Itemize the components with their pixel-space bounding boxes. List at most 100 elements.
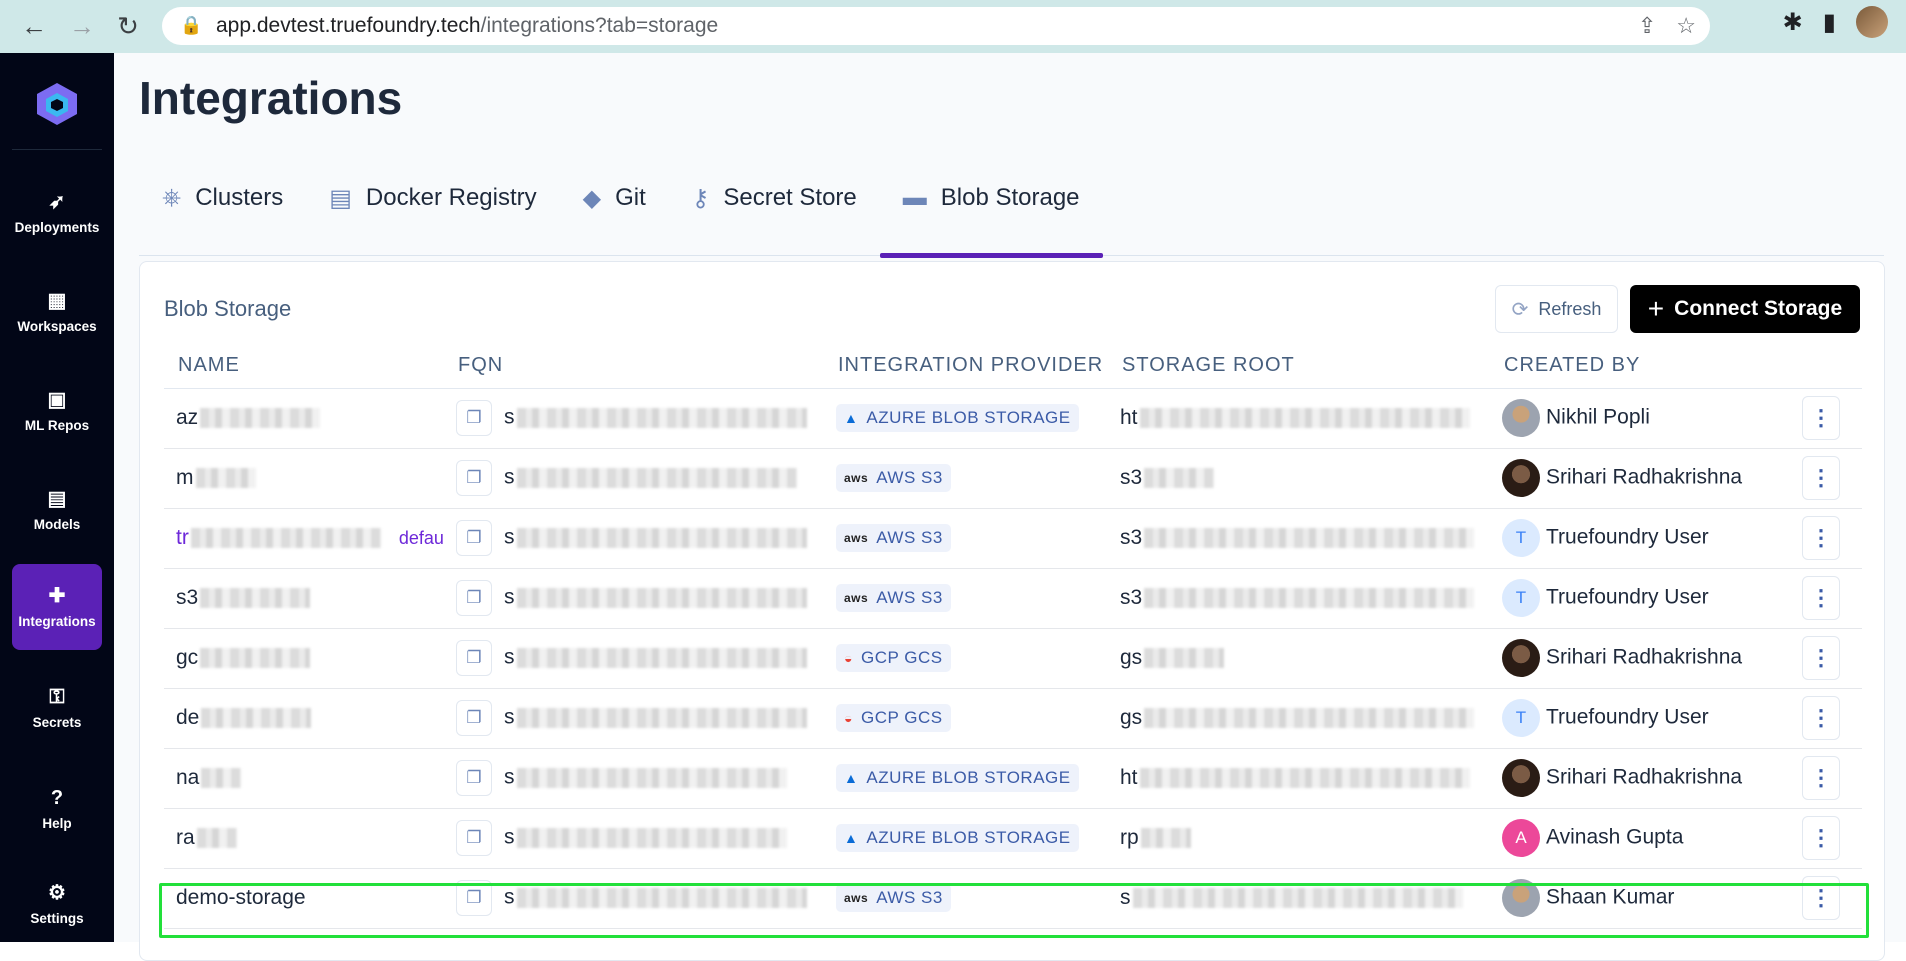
cell-name: gc xyxy=(164,628,444,689)
redacted-text xyxy=(516,708,807,728)
tab-git[interactable]: ◆ Git xyxy=(560,140,669,256)
lock-icon: 🔒 xyxy=(180,15,203,35)
cell-fqn: ❐ s xyxy=(444,628,824,689)
docker-icon: ▤ xyxy=(329,184,352,212)
cell-provider: ◒ GCP GCS xyxy=(824,628,1108,689)
storage-root-text: s xyxy=(1120,886,1131,909)
copy-icon[interactable]: ❐ xyxy=(456,820,492,856)
more-options-icon[interactable]: ⋮ xyxy=(1802,756,1840,800)
more-options-icon[interactable]: ⋮ xyxy=(1802,516,1840,560)
cell-actions: ⋮ xyxy=(1790,448,1862,509)
provider-badge: ◒ GCP GCS xyxy=(836,644,951,672)
column-header-fqn[interactable]: FQN xyxy=(444,344,824,389)
address-bar[interactable]: 🔒 app.devtest.truefoundry.tech/integrati… xyxy=(162,7,1710,45)
storage-name: m xyxy=(176,466,194,489)
forward-icon[interactable]: → xyxy=(60,4,104,48)
profile-avatar[interactable] xyxy=(1856,6,1888,38)
star-icon[interactable]: ☆ xyxy=(1676,13,1696,39)
redacted-text xyxy=(1144,468,1215,489)
storage-name: s3 xyxy=(176,586,199,609)
copy-icon[interactable]: ❐ xyxy=(456,460,492,496)
side-panel-icon[interactable]: ▮ xyxy=(1823,8,1836,37)
reload-icon[interactable]: ↻ xyxy=(106,4,150,48)
table-row[interactable]: gc ❐ s ◒ GCP GCS gs Srihari Radhakrishna ⋮ xyxy=(164,628,1862,689)
provider-label: AZURE BLOB STORAGE xyxy=(866,408,1071,427)
cell-fqn: ❐ s xyxy=(444,748,824,809)
storage-name[interactable]: tr xyxy=(176,526,189,549)
main-content: Integrations ⎈ Clusters ▤ Docker Registr… xyxy=(114,53,1906,961)
cell-fqn: ❐ s xyxy=(444,508,824,569)
more-options-icon[interactable]: ⋮ xyxy=(1802,876,1840,920)
more-options-icon[interactable]: ⋮ xyxy=(1802,456,1840,500)
cell-storage-root: rp xyxy=(1108,808,1490,869)
cell-actions: ⋮ xyxy=(1790,568,1862,629)
sidebar-item-deployments[interactable]: ➶ Deployments xyxy=(12,170,102,256)
tab-blob-storage[interactable]: ▬ Blob Storage xyxy=(879,140,1103,258)
column-header-storage-root[interactable]: STORAGE ROOT xyxy=(1108,344,1490,389)
more-options-icon[interactable]: ⋮ xyxy=(1802,696,1840,740)
cell-created-by: A Avinash Gupta xyxy=(1490,808,1790,869)
more-options-icon[interactable]: ⋮ xyxy=(1802,396,1840,440)
key-icon: ⚿ xyxy=(49,685,65,708)
sidebar-item-integrations[interactable]: ✚ Integrations xyxy=(12,564,102,650)
table-row[interactable]: tr defau ❐ s aws AWS S3 s3 T Truefoundry Use… xyxy=(164,508,1862,569)
cell-created-by: T Truefoundry User xyxy=(1490,568,1790,629)
tab-docker-registry[interactable]: ▤ Docker Registry xyxy=(306,140,559,256)
fqn-text: s xyxy=(504,765,515,789)
truefoundry-logo[interactable] xyxy=(34,81,80,127)
copy-icon[interactable]: ❐ xyxy=(456,700,492,736)
cell-name: m xyxy=(164,448,444,509)
column-header-name[interactable]: NAME xyxy=(164,344,444,389)
cell-created-by: Shaan Kumar xyxy=(1490,868,1790,929)
more-options-icon[interactable]: ⋮ xyxy=(1802,636,1840,680)
redacted-text xyxy=(1132,888,1463,909)
storage-name: az xyxy=(176,406,199,429)
share-icon[interactable]: ⇪ xyxy=(1638,13,1656,39)
connect-storage-button[interactable]: + Connect Storage xyxy=(1630,285,1860,333)
creator-name: Srihari Radhakrishna xyxy=(1546,765,1743,789)
redacted-text xyxy=(195,468,256,489)
tab-label: Clusters xyxy=(195,184,284,211)
table-row[interactable]: az ❐ s ▲ AZURE BLOB STORAGE ht Nikhil Popl… xyxy=(164,388,1862,449)
cell-provider: aws AWS S3 xyxy=(824,868,1108,929)
workspaces-icon: ▦ xyxy=(47,289,67,312)
copy-icon[interactable]: ❐ xyxy=(456,520,492,556)
tab-clusters[interactable]: ⎈ Clusters xyxy=(139,140,306,256)
cell-created-by: Srihari Radhakrishna xyxy=(1490,628,1790,689)
table-row[interactable]: na ❐ s ▲ AZURE BLOB STORAGE ht Srihari Rad… xyxy=(164,748,1862,809)
column-header-created-by[interactable]: CREATED BY xyxy=(1490,344,1790,389)
back-icon[interactable]: ← xyxy=(12,4,56,48)
column-header-provider[interactable]: INTEGRATION PROVIDER xyxy=(824,344,1108,389)
sidebar-item-secrets[interactable]: ⚿ Secrets xyxy=(12,665,102,751)
copy-icon[interactable]: ❐ xyxy=(456,580,492,616)
sidebar-item-workspaces[interactable]: ▦ Workspaces xyxy=(12,269,102,355)
redacted-text xyxy=(201,768,242,789)
sidebar-item-help[interactable]: ? Help xyxy=(12,766,102,852)
redacted-text xyxy=(200,408,321,429)
tab-secret-store[interactable]: ⚷ Secret Store xyxy=(669,140,880,256)
more-options-icon[interactable]: ⋮ xyxy=(1802,816,1840,860)
cell-actions: ⋮ xyxy=(1790,688,1862,749)
provider-label: AZURE BLOB STORAGE xyxy=(866,828,1071,847)
sidebar-item-models[interactable]: ▤ Models xyxy=(12,467,102,553)
table-row[interactable]: ra ❐ s ▲ AZURE BLOB STORAGE rp A Avinash Gu… xyxy=(164,808,1862,869)
more-options-icon[interactable]: ⋮ xyxy=(1802,576,1840,620)
sidebar-item-ml-repos[interactable]: ▣ ML Repos xyxy=(12,368,102,454)
extensions-icon[interactable]: ✱ xyxy=(1783,8,1803,37)
copy-icon[interactable]: ❐ xyxy=(456,400,492,436)
storage-table: NAME FQN INTEGRATION PROVIDER STORAGE RO… xyxy=(164,344,1862,929)
cell-name: de xyxy=(164,688,444,749)
refresh-button[interactable]: ⟳ Refresh xyxy=(1495,285,1618,333)
sidebar-item-settings[interactable]: ⚙ Settings xyxy=(12,861,102,947)
copy-icon[interactable]: ❐ xyxy=(456,880,492,916)
provider-badge: ◒ GCP GCS xyxy=(836,704,951,732)
copy-icon[interactable]: ❐ xyxy=(456,760,492,796)
cell-actions: ⋮ xyxy=(1790,508,1862,569)
fqn-text: s xyxy=(504,885,515,909)
table-row[interactable]: s3 ❐ s aws AWS S3 s3 T Truefoundry User ⋮ xyxy=(164,568,1862,629)
table-row[interactable]: de ❐ s ◒ GCP GCS gs T Truefoundry User ⋮ xyxy=(164,688,1862,749)
sidebar-item-label: Secrets xyxy=(32,714,82,730)
table-row[interactable]: m ❐ s aws AWS S3 s3 Srihari Radhakrishna ⋮ xyxy=(164,448,1862,509)
table-row[interactable]: demo-storage ❐ s aws AWS S3 s Shaan Kumar … xyxy=(164,868,1862,929)
copy-icon[interactable]: ❐ xyxy=(456,640,492,676)
